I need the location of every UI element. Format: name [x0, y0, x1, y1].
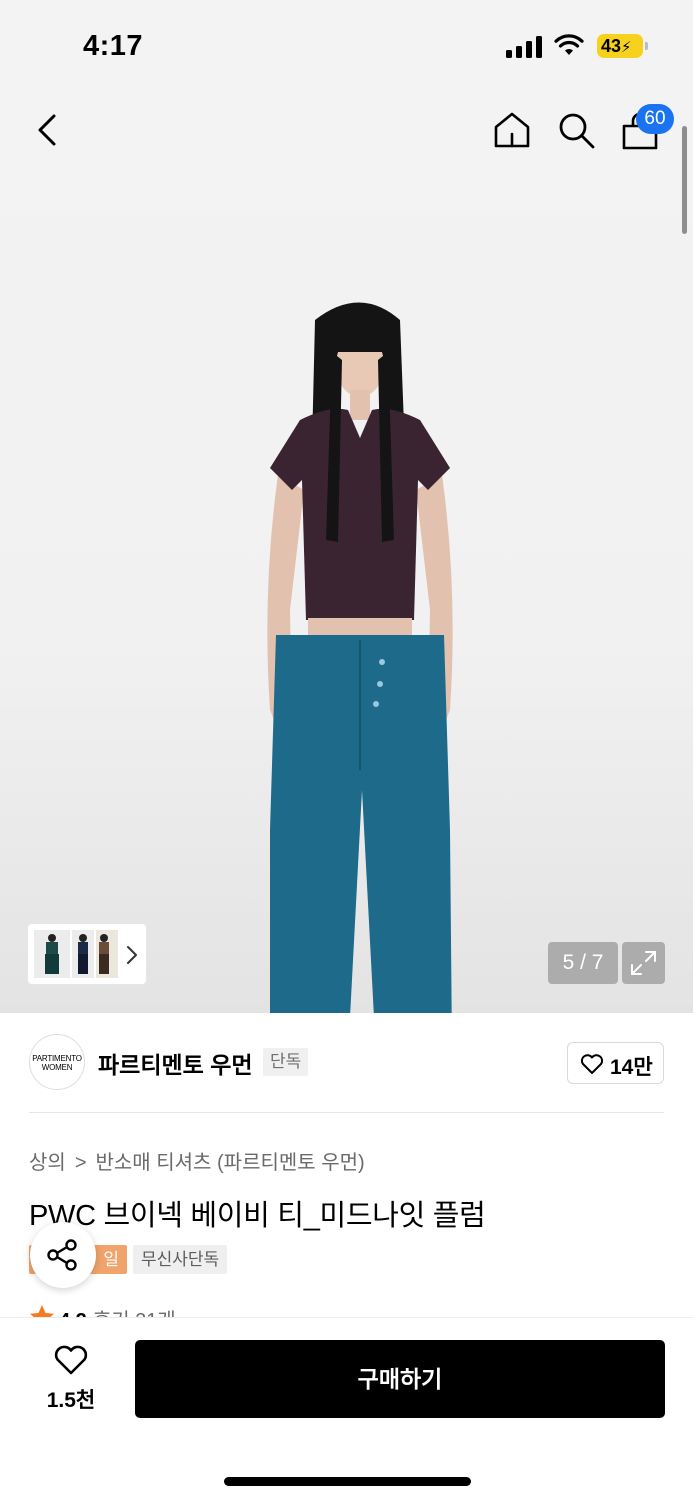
back-icon[interactable] [32, 112, 66, 148]
heart-icon [580, 1054, 604, 1074]
share-button[interactable] [30, 1222, 96, 1288]
brand-name[interactable]: 파르티멘토 우먼 [98, 1046, 253, 1080]
home-icon[interactable] [492, 110, 532, 150]
product-title: PWC 브이넥 베이비 티_미드나잇 플럼 [29, 1200, 486, 1232]
thumbnail-2[interactable] [72, 930, 94, 978]
divider [29, 1112, 664, 1113]
scroll-indicator [682, 126, 687, 234]
brand-logo[interactable]: PARTIMENTO WOMEN [29, 1034, 85, 1090]
breadcrumb-separator: > [74, 1152, 87, 1174]
thumbnail-1[interactable] [34, 930, 70, 978]
brand-like-count: 14만 [610, 1056, 653, 1079]
charging-bolt-icon: ⚡ [621, 39, 632, 56]
image-page-indicator: 5 / 7 [548, 942, 618, 984]
breadcrumb-item-subcategory[interactable]: 반소매 티셔츠 (파르티멘토 우먼) [96, 1146, 365, 1175]
product-image-gallery[interactable] [0, 95, 693, 1013]
musinsa-exclusive-badge: 무신사단독 [133, 1245, 228, 1274]
status-time: 4:17 [83, 30, 144, 62]
chevron-right-icon[interactable] [124, 944, 140, 966]
battery-cap [645, 42, 648, 50]
expand-icon [631, 951, 656, 975]
battery-indicator: 43⚡ [597, 34, 643, 58]
cellular-signal-icon [506, 36, 542, 58]
thumbnail-3[interactable] [96, 930, 118, 978]
brand-logo-line1: PARTIMENTO [32, 1054, 82, 1063]
home-indicator [224, 1477, 471, 1486]
expand-image-button[interactable] [622, 942, 665, 984]
product-photo-model [267, 302, 453, 1013]
brand-logo-line2: WOMEN [41, 1063, 73, 1072]
breadcrumb: 상의 > 반소매 티셔츠 (파르티멘토 우먼) [29, 1146, 365, 1175]
cart-count-badge: 60 [636, 104, 674, 134]
status-bar: 4:17 43⚡ [0, 0, 693, 95]
wishlist-button[interactable]: 1.5천 [40, 1342, 102, 1412]
heart-icon [54, 1345, 88, 1375]
buy-button[interactable]: 구매하기 [135, 1340, 665, 1418]
battery-level: 43 [601, 36, 622, 56]
brand-exclusive-tag: 단독 [263, 1048, 309, 1076]
breadcrumb-item-category[interactable]: 상의 [29, 1146, 66, 1175]
share-icon [47, 1239, 77, 1271]
wishlist-count: 1.5천 [46, 1389, 96, 1412]
brand-like-button[interactable]: 14만 [567, 1042, 664, 1084]
search-icon[interactable] [556, 110, 596, 150]
wifi-icon [554, 34, 584, 55]
